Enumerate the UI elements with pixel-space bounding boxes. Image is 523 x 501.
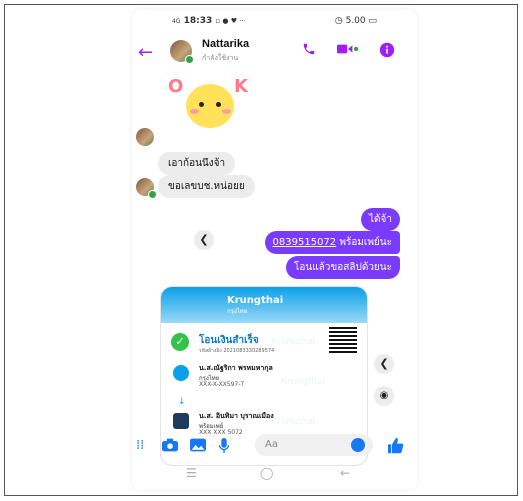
chick-eye [199, 102, 204, 107]
sticker-letter-k: K [234, 76, 248, 97]
chick-sticker[interactable]: O K [168, 76, 248, 138]
thumbs-up-icon[interactable] [388, 438, 404, 458]
avatar[interactable] [136, 128, 154, 146]
bank-brand: Krungthai กรุงไทย [227, 295, 283, 316]
back-nav-icon[interactable]: ← [340, 466, 350, 480]
promptpay-logo-icon [173, 413, 189, 429]
chick-cheek [190, 109, 199, 114]
message-text: พร้อมเพย์นะ [336, 237, 392, 248]
message-input[interactable]: Aa [255, 434, 373, 456]
message-outgoing[interactable]: 0839515072 พร้อมเพย์นะ [264, 231, 400, 254]
bank-brand-name: Krungthai [227, 295, 284, 306]
online-indicator [148, 190, 157, 199]
apps-icon[interactable]: ⁞⁞ [136, 438, 144, 453]
phone-number-link[interactable]: 0839515072 [273, 237, 337, 248]
status-time: 4G 18:33 ▫ ● ♥ ··· [172, 16, 246, 26]
phone-icon[interactable] [302, 42, 316, 60]
message-incoming[interactable]: ขอเลขบช.หน่อยย [158, 175, 255, 198]
check-icon: ✓ [171, 333, 189, 351]
contact-status: กำลังใช้งาน [202, 54, 239, 62]
share-icon[interactable]: ❮ [374, 354, 394, 374]
slip-watermark: Krungthai [271, 337, 315, 347]
chick-cheek [222, 109, 231, 114]
video-icon[interactable] [337, 42, 359, 60]
status-left-extra-prefix: 4G [172, 18, 181, 25]
camera-icon[interactable] [162, 438, 178, 456]
slip-watermark: Krungthai [281, 377, 325, 387]
chick-eye [216, 102, 221, 107]
emoji-icon[interactable] [351, 438, 365, 452]
status-bar: 4G 18:33 ▫ ● ♥ ··· ◷ 5.00 ▭ [132, 10, 417, 32]
slip-header: Krungthai กรุงไทย [161, 287, 367, 323]
home-icon[interactable]: ◯ [260, 466, 273, 480]
message-input-placeholder: Aa [265, 439, 278, 450]
down-arrow-icon: ↓ [178, 397, 186, 407]
online-indicator [185, 55, 194, 64]
image-icon[interactable] [190, 438, 206, 456]
status-right: ◷ 5.00 ▭ [334, 16, 377, 26]
mic-icon[interactable] [218, 438, 230, 458]
back-arrow-icon[interactable]: ← [138, 42, 153, 63]
sticker-letter-o: O [168, 76, 184, 97]
composer-bar: ⁞⁞ Aa [132, 432, 417, 460]
qr-code-icon [329, 325, 357, 353]
message-incoming[interactable]: เอาก้อนนึงจ้า [158, 152, 236, 175]
chick-image [186, 84, 234, 128]
info-icon[interactable] [379, 42, 395, 62]
message-outgoing[interactable]: โอนแล้วขอสลิปด้วยนะ [286, 256, 400, 279]
slip-watermark: Krungthai [271, 417, 315, 427]
chat-header: ← Nattarika กำลังใช้งาน [132, 34, 417, 76]
contact-name[interactable]: Nattarika [202, 38, 249, 50]
status-notif-icons: ▫ ● ♥ ··· [215, 17, 246, 25]
share-icon[interactable]: ❮ [194, 230, 214, 250]
slip-title: โอนเงินสำเร็จ [199, 335, 259, 346]
message-outgoing[interactable]: ได้จ้า [361, 208, 400, 231]
bank-brand-sub: กรุงไทย [227, 308, 248, 315]
status-time-text: 18:33 [183, 16, 213, 26]
bank-logo-icon [173, 365, 189, 381]
camera-icon[interactable]: ◉ [374, 386, 394, 406]
slip-reference: รหัสอ้างอิง 2021083330289574 [199, 348, 275, 354]
phone-screen: 4G 18:33 ▫ ● ♥ ··· ◷ 5.00 ▭ ← Nattarika … [132, 10, 417, 490]
sender-account: XXX-X-XX597-7 [199, 381, 245, 388]
recents-icon[interactable]: ☰ [186, 466, 197, 480]
system-nav-bar: ☰ ◯ ← [132, 462, 417, 488]
